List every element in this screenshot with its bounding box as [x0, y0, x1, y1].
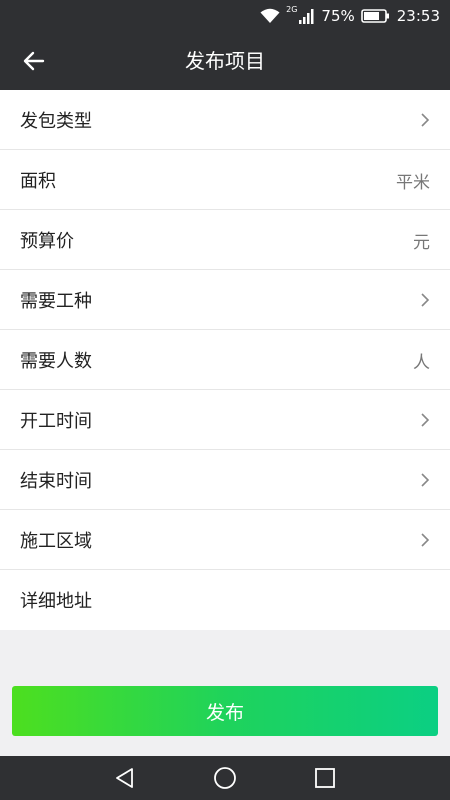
- chevron-right-icon: [421, 293, 430, 307]
- row-label: 开工时间: [20, 410, 92, 432]
- signal-icon: [299, 8, 315, 24]
- home-circle-icon: [214, 767, 236, 789]
- publish-button[interactable]: 发布: [12, 686, 438, 736]
- battery-percent: 75%: [321, 7, 355, 25]
- unit-label: 平米: [396, 172, 430, 193]
- row-label: 需要人数: [20, 350, 92, 372]
- row-trade-type[interactable]: 需要工种: [0, 270, 450, 330]
- row-label: 详细地址: [20, 591, 92, 612]
- chevron-right-icon: [421, 413, 430, 427]
- row-label: 面积: [20, 170, 56, 192]
- row-area-region[interactable]: 施工区域: [0, 510, 450, 570]
- wifi-icon: [260, 8, 280, 24]
- nav-back-button[interactable]: [113, 766, 137, 790]
- battery-icon: [360, 8, 391, 24]
- row-start-time[interactable]: 开工时间: [0, 390, 450, 450]
- chevron-right-icon: [421, 473, 430, 487]
- status-bar: 2G 75% 23:53: [0, 0, 450, 32]
- nav-home-button[interactable]: [213, 766, 237, 790]
- row-label: 需要工种: [20, 290, 92, 312]
- row-headcount[interactable]: 需要人数 人: [0, 330, 450, 390]
- row-right: [420, 90, 430, 150]
- row-end-time[interactable]: 结束时间: [0, 450, 450, 510]
- row-right: [420, 450, 430, 510]
- row-label: 结束时间: [20, 470, 92, 492]
- unit-label: 元: [413, 232, 430, 253]
- page-title: 发布项目: [185, 49, 265, 73]
- row-right: [420, 510, 430, 570]
- chevron-right-icon: [421, 533, 430, 547]
- nav-recents-button[interactable]: [313, 766, 337, 790]
- project-form: 发包类型 面积 平米 预算价 元 需要工种 需要人数 人 开工时间 结束时间 施…: [0, 90, 450, 630]
- row-label: 发包类型: [20, 110, 92, 132]
- row-right: [420, 390, 430, 450]
- unit-label: 人: [413, 352, 430, 373]
- system-nav-bar: [0, 756, 450, 800]
- row-label: 施工区域: [20, 530, 92, 552]
- row-area[interactable]: 面积 平米: [0, 150, 450, 210]
- network-type: 2G: [286, 4, 298, 14]
- back-triangle-icon: [116, 768, 133, 788]
- row-budget[interactable]: 预算价 元: [0, 210, 450, 270]
- status-bar-right: 2G 75% 23:53: [260, 0, 440, 32]
- row-package-type[interactable]: 发包类型: [0, 90, 450, 150]
- recents-square-icon: [315, 768, 335, 788]
- chevron-right-icon: [421, 113, 430, 127]
- app-bar: 发布项目: [0, 32, 450, 90]
- row-label: 预算价: [20, 230, 74, 252]
- row-address[interactable]: 详细地址: [0, 570, 450, 630]
- clock: 23:53: [396, 7, 440, 25]
- row-right: [420, 270, 430, 330]
